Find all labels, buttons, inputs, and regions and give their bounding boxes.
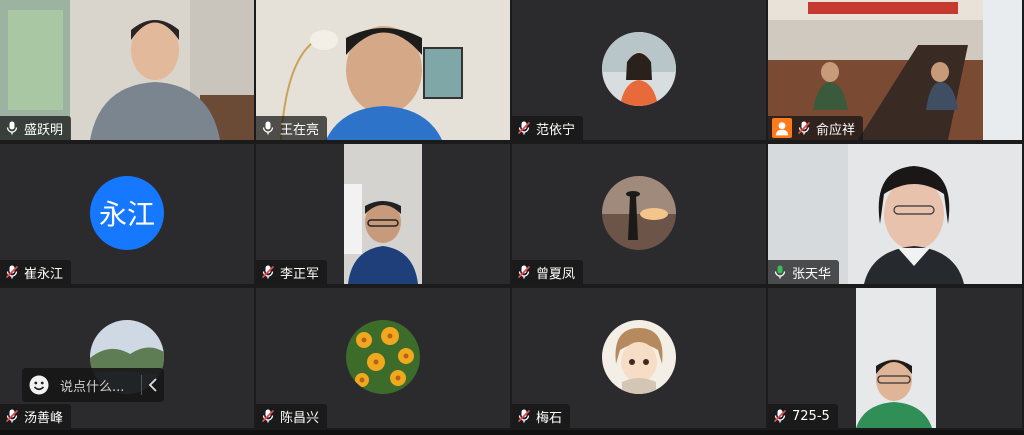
participant-avatar: 永江	[90, 176, 164, 250]
mic-muted-icon	[517, 121, 531, 135]
participant-tile[interactable]: 俞应祥	[768, 0, 1022, 140]
participant-name: 俞应祥	[816, 122, 856, 138]
participant-tile[interactable]: 李正军	[256, 144, 510, 284]
participant-name: 崔永江	[24, 266, 64, 282]
chat-input[interactable]: 说点什么...	[22, 368, 164, 402]
mic-muted-icon	[261, 265, 275, 279]
participant-name: 汤善峰	[24, 410, 64, 426]
participant-tile[interactable]: 范依宁	[512, 0, 766, 140]
mic-muted-icon	[797, 121, 811, 135]
participant-nameplate: 725-5	[768, 404, 838, 428]
mic-muted-icon	[517, 409, 531, 423]
participant-nameplate: 李正军	[256, 260, 328, 284]
participant-name: 陈昌兴	[280, 410, 320, 426]
participant-nameplate: 崔永江	[0, 260, 72, 284]
participant-tile[interactable]: 盛跃明	[0, 0, 254, 140]
participant-name: 王在亮	[280, 122, 320, 138]
participant-nameplate: 王在亮	[256, 116, 328, 140]
participant-avatar	[602, 320, 676, 394]
participant-nameplate: 梅石	[512, 404, 571, 428]
participant-name: 范依宁	[536, 122, 576, 138]
participant-avatar	[602, 176, 676, 250]
mic-muted-icon	[261, 409, 275, 423]
video-grid: 盛跃明 王在亮 范依宁 俞应祥 永江 崔永江 李正军 曾夏凤 张天华 汤善峰 陈…	[0, 0, 1024, 430]
mic-muted-icon	[5, 265, 19, 279]
participant-tile[interactable]: 陈昌兴	[256, 288, 510, 428]
chevron-left-icon[interactable]	[142, 378, 164, 392]
participant-tile[interactable]: 725-5	[768, 288, 1022, 428]
participant-tile-active-speaker[interactable]: 张天华	[768, 144, 1022, 284]
participant-name: 曾夏凤	[536, 266, 576, 282]
mic-muted-icon	[517, 265, 531, 279]
participant-nameplate: 范依宁	[512, 116, 584, 140]
participant-tile[interactable]: 永江 崔永江	[0, 144, 254, 284]
participant-nameplate: 陈昌兴	[256, 404, 328, 428]
mic-muted-icon	[5, 409, 19, 423]
participant-tile[interactable]: 汤善峰	[0, 288, 254, 428]
mic-icon	[6, 121, 18, 135]
participant-nameplate: 曾夏凤	[512, 260, 584, 284]
mic-active-icon	[774, 265, 786, 279]
emoji-icon[interactable]	[28, 374, 50, 396]
participant-name: 盛跃明	[24, 122, 64, 138]
participant-tile[interactable]: 曾夏凤	[512, 144, 766, 284]
participant-avatar	[602, 32, 676, 106]
participant-name: 725-5	[792, 408, 830, 424]
mic-muted-icon	[773, 409, 787, 423]
participant-name: 李正军	[280, 266, 320, 282]
participant-nameplate: 俞应祥	[768, 116, 864, 140]
mic-icon	[262, 121, 274, 135]
participant-nameplate: 盛跃明	[0, 116, 72, 140]
participant-tile[interactable]: 王在亮	[256, 0, 510, 140]
participant-nameplate: 张天华	[768, 260, 840, 284]
host-icon	[772, 118, 792, 138]
chat-input-placeholder[interactable]: 说点什么...	[60, 376, 124, 395]
participant-tile[interactable]: 梅石	[512, 288, 766, 428]
participant-name: 张天华	[792, 266, 832, 282]
participant-name: 梅石	[536, 410, 563, 426]
participant-avatar	[346, 320, 420, 394]
participant-nameplate: 汤善峰	[0, 404, 72, 428]
bottom-bar	[0, 430, 1024, 435]
